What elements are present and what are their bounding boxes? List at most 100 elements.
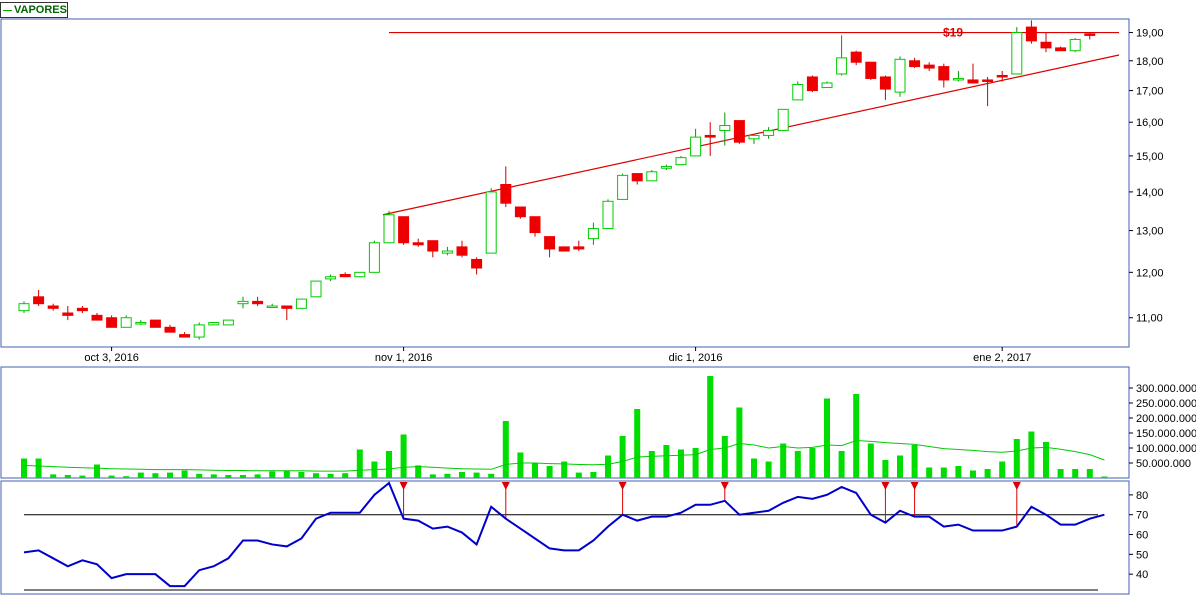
candle-up <box>1011 32 1023 75</box>
candle-up <box>777 108 789 131</box>
candle-up <box>18 303 30 312</box>
candle-up <box>222 319 234 326</box>
volume-bar <box>809 448 816 478</box>
volume-bar <box>254 474 261 478</box>
volume-bar <box>838 451 845 478</box>
candle-down <box>1025 26 1037 42</box>
volume-y-tick-label: 200.000.000 <box>1136 413 1196 425</box>
candle-down <box>704 134 716 138</box>
candle-down <box>923 64 935 69</box>
candle-up <box>266 305 278 309</box>
volume-bar <box>1057 469 1064 478</box>
candle-down <box>471 258 483 269</box>
volume-bar <box>926 467 933 478</box>
candle-up <box>602 200 614 230</box>
volume-bar <box>1028 431 1035 478</box>
price-y-tick-label: 14,00 <box>1136 187 1164 199</box>
volume-y-tick-label: 250.000.000 <box>1136 398 1196 410</box>
price-y-tick-label: 18,00 <box>1136 56 1164 68</box>
volume-bar <box>64 475 71 478</box>
price-plot-frame <box>0 18 1130 348</box>
volume-bar <box>1013 439 1020 478</box>
candle-down <box>47 305 59 309</box>
candle-down <box>982 79 994 82</box>
volume-panel: 50.000.000 100.000.000 150.000.000 200.000.… <box>0 366 1196 479</box>
price-y-tick-label: 16,00 <box>1136 117 1164 129</box>
volume-bar <box>429 474 436 478</box>
candle-down <box>281 305 293 309</box>
candle-down <box>514 206 526 218</box>
candle-up <box>763 129 775 136</box>
candle-up <box>748 134 760 140</box>
volume-bar <box>181 470 188 478</box>
volume-bar <box>50 474 57 478</box>
candle-down <box>996 74 1008 78</box>
volume-bar <box>196 473 203 478</box>
indicator-plot-frame <box>0 480 1130 595</box>
candle-down <box>398 216 410 244</box>
volume-bar <box>240 475 246 478</box>
volume-bar <box>780 443 787 478</box>
candle-down <box>573 246 585 250</box>
candle-up <box>295 298 307 309</box>
candle-up <box>135 321 147 325</box>
volume-bar <box>298 472 305 478</box>
stock-chart: 11,00 12,00 13,00 14,00 15,00 16,00 17,00 18,00… <box>0 18 1196 595</box>
volume-bar <box>459 472 465 478</box>
candle-down <box>33 296 45 305</box>
volume-bar <box>35 458 42 478</box>
volume-bar <box>634 409 641 478</box>
volume-bar <box>955 466 962 478</box>
price-y-tick-label: 12,00 <box>1136 267 1164 279</box>
price-panel: 11,00 12,00 13,00 14,00 15,00 16,00 17,00 18,00… <box>0 18 1164 364</box>
volume-y-tick-label: 50.000.000 <box>1136 458 1191 470</box>
candle-up <box>836 57 848 75</box>
indicator-y-tick-label: 50 <box>1136 549 1148 561</box>
candle-down <box>456 246 468 256</box>
candle-up <box>208 321 220 326</box>
price-x-tick-label: nov 1, 2016 <box>375 352 433 364</box>
candle-down <box>544 236 556 250</box>
volume-bar <box>108 475 115 478</box>
volume-bar <box>692 448 699 478</box>
candle-down <box>938 66 950 81</box>
candle-up <box>354 271 366 278</box>
price-y-tick-label: 19,00 <box>1136 28 1164 40</box>
volume-bar <box>386 451 392 478</box>
candle-up <box>821 82 833 89</box>
price-y-tick-label: 11,00 <box>1136 313 1163 325</box>
volume-bar <box>444 473 451 478</box>
volume-bar <box>999 461 1006 478</box>
candle-up <box>952 77 964 81</box>
indicator-y-tick-label: 40 <box>1136 569 1148 581</box>
candle-down <box>967 79 979 84</box>
candle-down <box>106 317 118 328</box>
candle-down <box>500 183 512 204</box>
candle-up <box>894 58 906 93</box>
volume-bar <box>824 398 830 478</box>
candle-up <box>660 165 672 169</box>
volume-bar <box>648 451 655 478</box>
candle-down <box>412 242 424 246</box>
volume-bar <box>853 394 860 478</box>
volume-bar <box>751 458 757 478</box>
volume-bar <box>532 463 538 478</box>
volume-bar <box>619 436 626 478</box>
volume-bar <box>502 421 509 478</box>
candle-down <box>631 173 643 182</box>
price-y-tick-label: 17,00 <box>1136 86 1164 98</box>
volume-bar <box>210 474 217 478</box>
volume-bar <box>911 445 918 478</box>
volume-bar <box>575 472 582 478</box>
candle-down <box>850 51 862 63</box>
candle-down <box>76 307 88 312</box>
candle-down <box>558 246 570 252</box>
candle-up <box>310 280 322 298</box>
volume-bar <box>473 472 480 478</box>
volume-bar <box>269 471 276 478</box>
volume-bar <box>867 443 874 478</box>
price-annotation: $19 <box>943 26 963 40</box>
candle-down <box>91 314 103 321</box>
volume-bar <box>356 449 363 478</box>
candle-down <box>149 319 161 328</box>
